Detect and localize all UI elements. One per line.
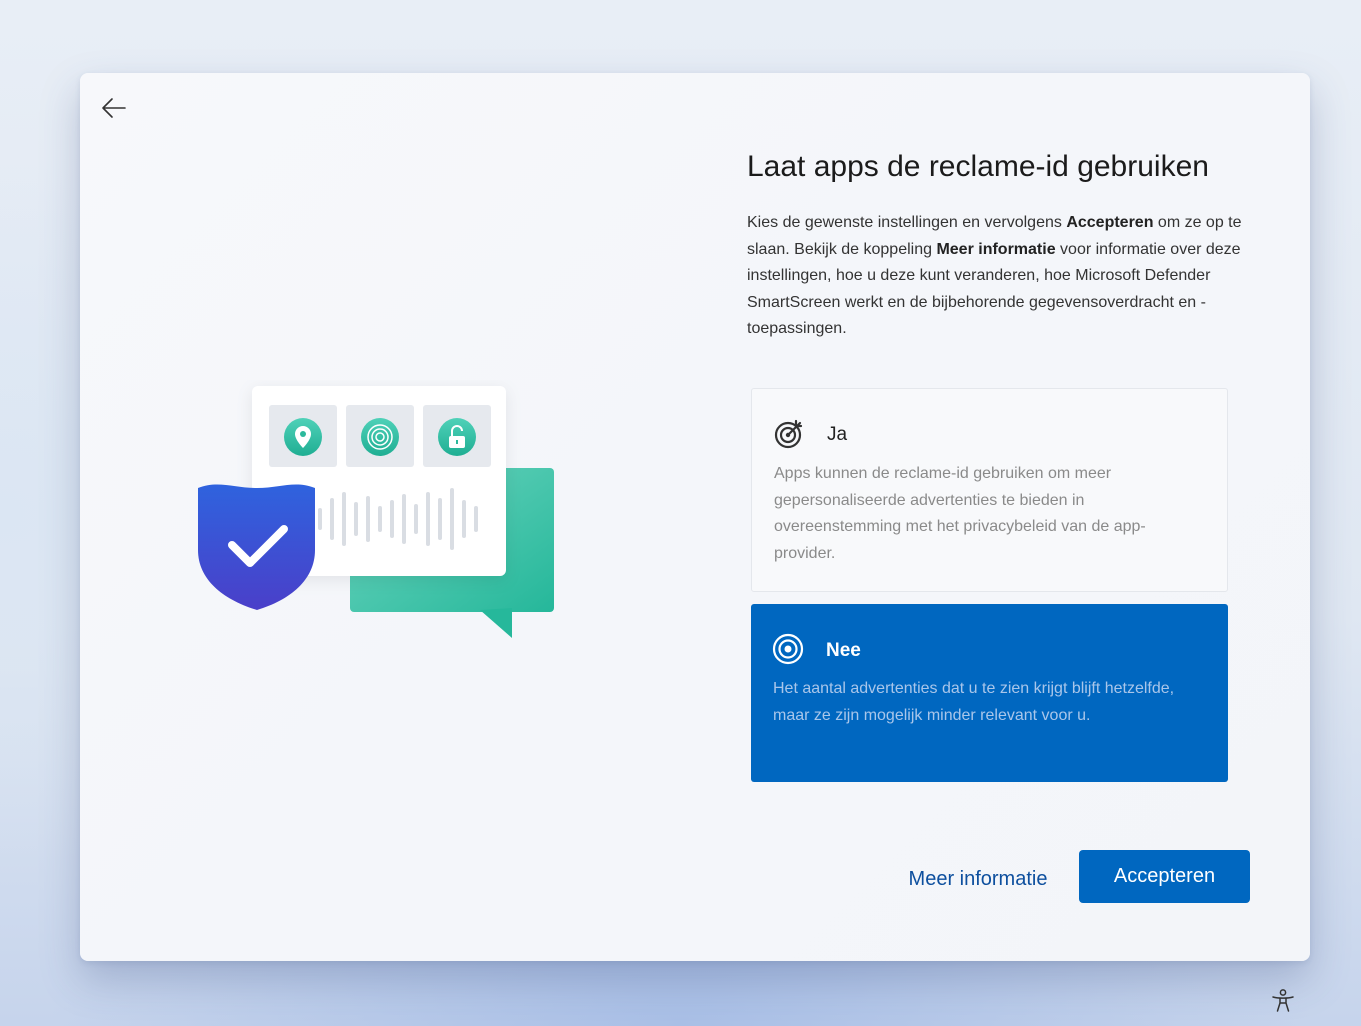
target-icon: [772, 633, 804, 665]
more-info-link[interactable]: Meer informatie: [900, 864, 1056, 894]
fingerprint-icon: [361, 418, 399, 456]
option-nee-label: Nee: [826, 640, 861, 661]
page-description: Kies de gewenste instellingen en vervolg…: [747, 214, 1242, 337]
option-ja[interactable]: Ja Apps kunnen de reclame-id gebruiken o…: [751, 388, 1228, 592]
back-button[interactable]: [98, 92, 130, 124]
location-pin-icon: [284, 418, 322, 456]
more-info-reference: Meer informatie: [936, 240, 1056, 258]
accept-reference: Accepteren: [1066, 214, 1154, 231]
privacy-illustration: [190, 380, 570, 650]
accept-button[interactable]: Accepteren: [1079, 850, 1250, 903]
option-nee-description: Het aantal advertenties dat u te zien kr…: [773, 680, 1175, 724]
accessibility-icon: [1272, 989, 1294, 1012]
option-ja-label: Ja: [827, 424, 848, 445]
option-ja-description: Apps kunnen de reclame-id gebruiken om m…: [774, 465, 1146, 563]
unlock-icon: [438, 418, 476, 456]
target-arrow-icon: [774, 419, 803, 449]
option-nee[interactable]: Nee Het aantal advertenties dat u te zie…: [751, 604, 1228, 782]
arrow-left-icon: [102, 98, 126, 118]
accessibility-button[interactable]: [1266, 984, 1300, 1018]
shield-check-icon: [198, 484, 315, 610]
page-title: Laat apps de reclame-id gebruiken: [747, 150, 1209, 183]
